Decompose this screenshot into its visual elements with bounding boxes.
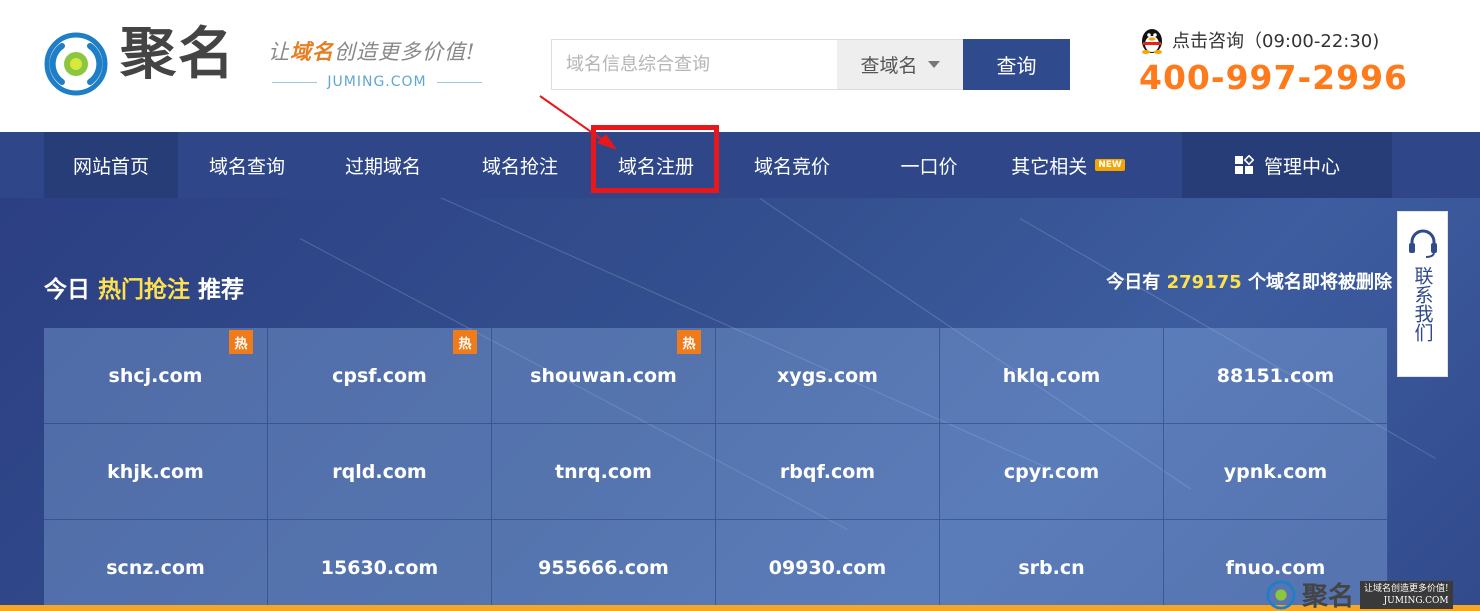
hot-recommend-title: 今日 热门抢注 推荐 [44, 277, 245, 303]
watermark-brand: 聚名 [1302, 582, 1355, 611]
consult-link[interactable]: 点击咨询（09:00-22:30) [1140, 26, 1379, 54]
domain-name: rbqf.com [779, 460, 876, 483]
domain-name: 88151.com [1216, 364, 1335, 387]
manage-center-label: 管理中心 [1263, 155, 1340, 178]
hot-backorder-section: 今日 热门抢注 推荐 今日有 279175 个域名即将被删除 shcj.com 热… [0, 198, 1480, 611]
domain-name: cpsf.com [332, 364, 427, 387]
domain-name: 955666.com [538, 556, 669, 579]
juming-watermark-logo-icon [1266, 579, 1296, 610]
nav-home[interactable]: 网站首页 [44, 132, 178, 198]
new-badge: NEW [1095, 159, 1125, 171]
nav-fixed-price[interactable]: 一口价 [862, 132, 996, 198]
search-input[interactable] [551, 39, 837, 90]
domain-cell[interactable]: 88151.com [1164, 328, 1388, 424]
slogan-sub: JUMING.COM [272, 74, 483, 90]
headset-icon [1408, 229, 1437, 258]
domain-name: xygs.com [777, 364, 878, 387]
consult-label: 点击咨询（09:00-22:30) [1172, 31, 1380, 52]
nav-expired-domains[interactable]: 过期域名 [316, 132, 450, 198]
hotline-phone: 400-997-2996 [1139, 58, 1409, 97]
domain-name: 09930.com [768, 556, 887, 579]
search-bar: 查域名 查询 [551, 39, 1070, 90]
nav-domain-auction[interactable]: 域名竞价 [724, 132, 860, 198]
search-type-label: 查域名 [860, 55, 918, 77]
domain-cell[interactable]: shouwan.com 热 [492, 328, 716, 424]
footer-accent-bar [0, 605, 1480, 611]
nav-domain-backorder[interactable]: 域名抢注 [452, 132, 588, 198]
qq-penguin-icon [1142, 29, 1162, 54]
hot-badge: 热 [453, 330, 477, 354]
domain-cell[interactable]: scnz.com [44, 520, 268, 611]
domain-name: scnz.com [106, 556, 205, 579]
main-nav: 网站首页 域名查询 过期域名 域名抢注 域名注册 域名竞价 一口价 其它相关 NE… [0, 132, 1480, 198]
nav-domain-query[interactable]: 域名查询 [180, 132, 314, 198]
domain-cell[interactable]: shcj.com 热 [44, 328, 268, 424]
contact-us-label: 联系我们 [1411, 266, 1434, 342]
contact-us-float[interactable]: 联系我们 [1397, 211, 1448, 377]
domain-name: 15630.com [320, 556, 439, 579]
domain-cell[interactable]: rbqf.com [716, 424, 940, 520]
deletion-count: 今日有 279175 个域名即将被删除 [1106, 272, 1392, 293]
domain-name: shcj.com [108, 364, 203, 387]
domain-name: ypnk.com [1223, 460, 1328, 483]
hot-badge: 热 [677, 330, 701, 354]
domain-cell[interactable]: ypnk.com [1164, 424, 1388, 520]
site-header: 聚名 让域名创造更多价值! JUMING.COM 查域名 查询 点击咨询（09:… [0, 0, 1480, 132]
nav-others[interactable]: 其它相关 NEW [998, 132, 1138, 198]
grid-apps-icon [1234, 155, 1254, 174]
domain-name: shouwan.com [530, 364, 677, 387]
domain-cell[interactable]: hklq.com [940, 328, 1164, 424]
manage-center-button[interactable]: 管理中心 [1182, 132, 1392, 198]
domain-name: hklq.com [1002, 364, 1101, 387]
juming-watermark: 聚名 让域名创造更多价值! JUMING.COM [1266, 578, 1480, 611]
highlight-box [591, 125, 719, 193]
domain-cell[interactable]: 09930.com [716, 520, 940, 611]
domain-name: rqld.com [332, 460, 427, 483]
search-type-dropdown[interactable]: 查域名 [837, 39, 963, 90]
chevron-down-icon [927, 61, 940, 68]
domain-cell[interactable]: xygs.com [716, 328, 940, 424]
watermark-slogan: 让域名创造更多价值! JUMING.COM [1360, 580, 1453, 609]
hot-badge: 热 [229, 330, 253, 354]
search-button[interactable]: 查询 [963, 39, 1070, 90]
domain-name: khjk.com [107, 460, 204, 483]
domain-cell[interactable]: 955666.com [492, 520, 716, 611]
domain-cell[interactable]: tnrq.com [492, 424, 716, 520]
domain-name: cpyr.com [1003, 460, 1100, 483]
domain-cell[interactable]: 15630.com [268, 520, 492, 611]
domain-cell[interactable]: cpyr.com [940, 424, 1164, 520]
domain-name: tnrq.com [555, 460, 652, 483]
domain-grid: shcj.com 热 cpsf.com 热 shouwan.com 热 xygs.com hk… [44, 328, 1388, 611]
domain-cell[interactable]: cpsf.com 热 [268, 328, 492, 424]
brand-name[interactable]: 聚名 [120, 26, 236, 82]
domain-cell[interactable]: rqld.com [268, 424, 492, 520]
domain-name: srb.cn [1018, 556, 1085, 579]
domain-cell[interactable]: srb.cn [940, 520, 1164, 611]
domain-cell[interactable]: khjk.com [44, 424, 268, 520]
juming-logo-icon[interactable] [44, 32, 108, 96]
slogan: 让域名创造更多价值! [268, 39, 476, 64]
